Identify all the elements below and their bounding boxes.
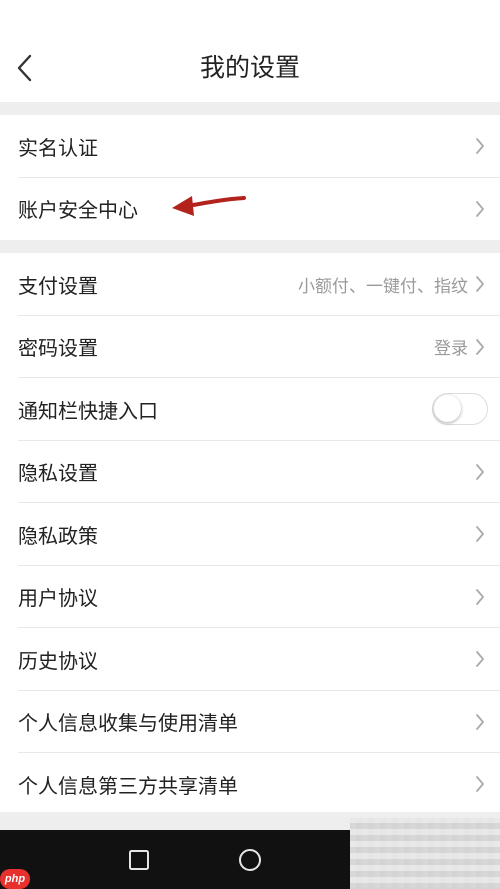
home-button[interactable] <box>236 846 264 874</box>
setting-label: 历史协议 <box>18 648 98 673</box>
chevron-right-icon <box>474 461 486 483</box>
setting-label: 隐私设置 <box>18 461 98 486</box>
section-separator <box>0 102 500 115</box>
chevron-right-icon <box>474 711 486 733</box>
setting-label: 个人信息收集与使用清单 <box>18 711 238 736</box>
chevron-right-icon <box>474 336 486 358</box>
chevron-right-icon <box>474 198 486 220</box>
setting-label: 隐私政策 <box>18 523 98 548</box>
toggle-knob <box>434 395 461 423</box>
setting-label: 支付设置 <box>18 273 98 298</box>
circle-icon <box>239 849 261 871</box>
chevron-right-icon <box>474 586 486 608</box>
setting-label: 通知栏快捷入口 <box>18 398 158 423</box>
notification-shortcut-toggle[interactable] <box>432 393 488 426</box>
chevron-right-icon <box>474 648 486 670</box>
setting-label: 个人信息第三方共享清单 <box>18 773 238 798</box>
setting-value: 登录 <box>434 339 468 360</box>
setting-row-real-name[interactable]: 实名认证 <box>0 115 500 178</box>
settings-screen: 我的设置 实名认证 账户安全中心 支付设置 小额付、一键付、指纹 密码设置 登录… <box>0 0 500 889</box>
chevron-right-icon <box>474 773 486 795</box>
page-title: 我的设置 <box>199 53 300 82</box>
chevron-right-icon <box>474 273 486 295</box>
setting-label: 实名认证 <box>18 135 98 160</box>
setting-row-security-center[interactable]: 账户安全中心 <box>0 178 500 241</box>
chevron-right-icon <box>474 523 486 545</box>
setting-row-privacy-settings[interactable]: 隐私设置 <box>0 441 500 504</box>
setting-row-password[interactable]: 密码设置 登录 <box>0 316 500 379</box>
setting-row-info-collection-list[interactable]: 个人信息收集与使用清单 <box>0 691 500 754</box>
setting-label: 用户协议 <box>18 586 98 611</box>
pixelated-watermark <box>350 818 500 889</box>
setting-value: 小额付、一键付、指纹 <box>298 276 468 297</box>
setting-label: 密码设置 <box>18 336 98 361</box>
section-separator <box>0 240 500 253</box>
settings-group-general: 支付设置 小额付、一键付、指纹 密码设置 登录 通知栏快捷入口 隐私设置 隐私政… <box>0 253 500 816</box>
php-watermark-logo: php <box>0 869 30 889</box>
recents-button[interactable] <box>125 846 153 874</box>
setting-row-notification-shortcut: 通知栏快捷入口 <box>0 378 500 441</box>
chevron-right-icon <box>474 135 486 157</box>
setting-row-payment[interactable]: 支付设置 小额付、一键付、指纹 <box>0 253 500 316</box>
watermark-text: php <box>4 873 26 885</box>
square-icon <box>129 850 149 870</box>
setting-row-history-agreement[interactable]: 历史协议 <box>0 628 500 691</box>
setting-row-user-agreement[interactable]: 用户协议 <box>0 566 500 629</box>
settings-group-account: 实名认证 账户安全中心 <box>0 115 500 240</box>
setting-row-privacy-policy[interactable]: 隐私政策 <box>0 503 500 566</box>
setting-row-third-party-sharing-list[interactable]: 个人信息第三方共享清单 <box>0 753 500 816</box>
header: 我的设置 <box>0 0 500 102</box>
annotation-arrow-icon <box>172 196 246 216</box>
